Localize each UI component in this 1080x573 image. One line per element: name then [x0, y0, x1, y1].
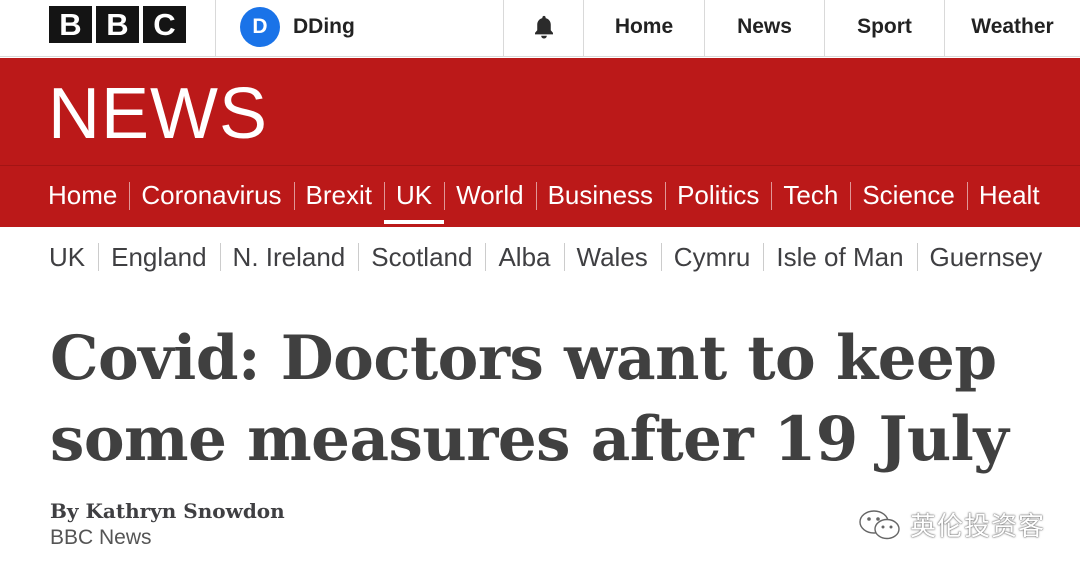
byline-source: BBC News	[50, 526, 152, 549]
nav-item-business[interactable]: Business	[535, 178, 666, 212]
bbc-logo-letter: C	[143, 6, 186, 43]
nav-item-home[interactable]: Home	[36, 178, 129, 212]
avatar: D	[240, 7, 280, 47]
headline-line: some measures after 19 July	[50, 404, 1009, 475]
nav-item-coronavirus[interactable]: Coronavirus	[129, 178, 293, 212]
bbc-logo-letter: B	[96, 6, 139, 43]
top-link-weather[interactable]: Weather	[945, 0, 1080, 57]
bbc-logo-letter: B	[49, 6, 92, 43]
nav-item-uk[interactable]: UK	[384, 178, 445, 224]
subnav-item-wales[interactable]: Wales	[563, 240, 661, 274]
subnav-item-cymru[interactable]: Cymru	[660, 240, 764, 274]
headline-line: Covid: Doctors want to keep	[50, 323, 997, 394]
article-headline: Covid: Doctors want to keep some measure…	[50, 318, 1060, 480]
top-divider	[215, 0, 216, 57]
account-link[interactable]: D DDing	[240, 7, 355, 47]
watermark-text: 英伦投资客	[910, 512, 1046, 542]
nav-item-brexit[interactable]: Brexit	[293, 178, 384, 212]
global-top-bar: B B C D DDing Home News Sport Weather	[0, 0, 1080, 57]
subnav-item-alba[interactable]: Alba	[485, 240, 563, 274]
top-divider	[503, 0, 504, 57]
watermark: 英伦投资客	[858, 506, 1045, 543]
news-masthead: NEWS	[0, 58, 1080, 165]
subnav-item-england[interactable]: England	[98, 240, 219, 274]
subnav-item-uk[interactable]: UK	[36, 240, 98, 274]
wechat-icon	[859, 509, 900, 539]
primary-navigation: Home Coronavirus Brexit UK World Busines…	[0, 165, 1080, 227]
secondary-navigation: UK England N. Ireland Scotland Alba Wale…	[0, 228, 1080, 290]
subnav-item-scotland[interactable]: Scotland	[358, 240, 485, 274]
nav-item-science[interactable]: Science	[850, 178, 967, 212]
subnav-item-isle-of-man[interactable]: Isle of Man	[763, 240, 916, 274]
byline-author: By Kathryn Snowdon	[50, 499, 285, 523]
account-name: DDing	[293, 15, 355, 38]
subnav-item-guernsey[interactable]: Guernsey	[916, 240, 1056, 274]
bbc-logo[interactable]: B B C	[49, 6, 186, 43]
top-link-news[interactable]: News	[705, 0, 824, 57]
nav-item-health[interactable]: Healt	[966, 178, 1052, 212]
subnav-item-n-ireland[interactable]: N. Ireland	[219, 240, 359, 274]
top-link-home[interactable]: Home	[584, 0, 704, 57]
nav-item-tech[interactable]: Tech	[771, 178, 850, 212]
nav-item-politics[interactable]: Politics	[665, 178, 771, 212]
byline: By Kathryn Snowdon BBC News	[50, 498, 285, 552]
bell-icon[interactable]	[530, 13, 558, 41]
nav-item-world[interactable]: World	[444, 178, 535, 212]
top-link-sport[interactable]: Sport	[825, 0, 944, 57]
news-logo[interactable]: NEWS	[48, 74, 268, 154]
